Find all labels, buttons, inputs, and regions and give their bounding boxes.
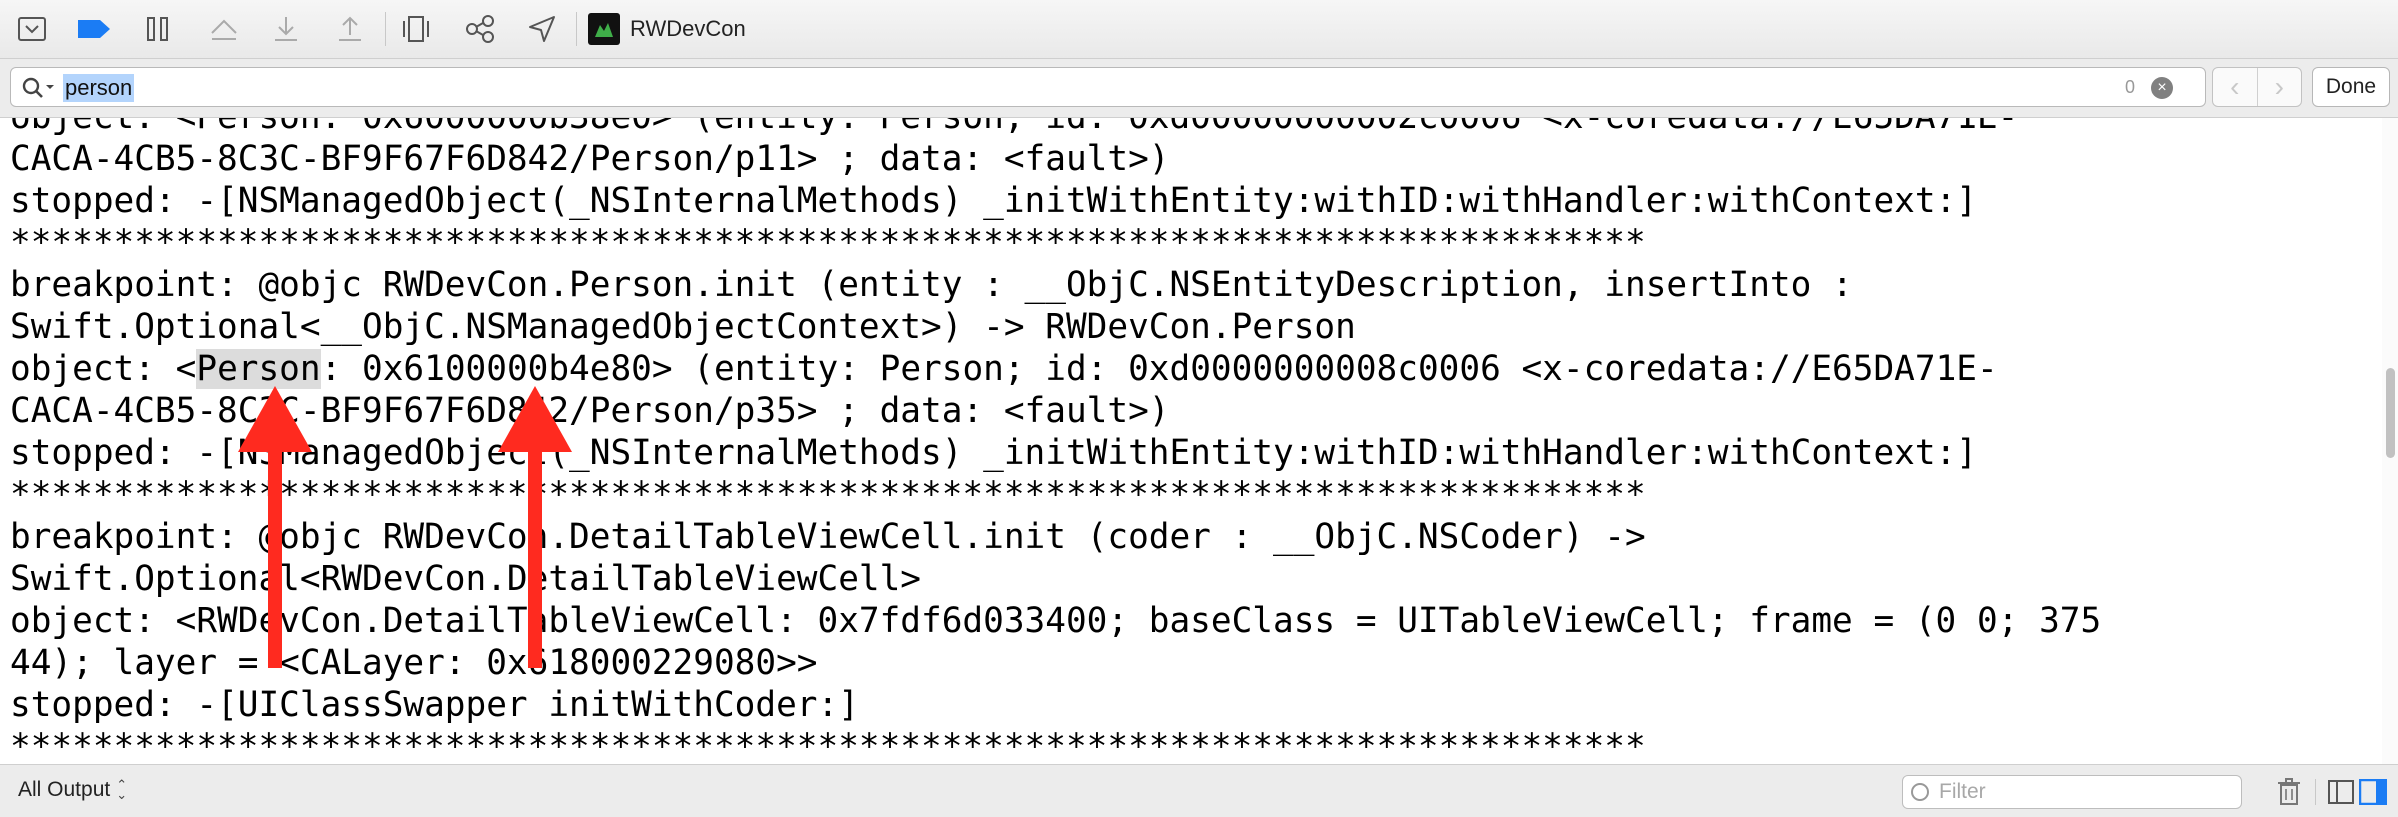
console-line: breakpoint: @objc RWDevCon.DetailTableVi… [10,517,1646,557]
console-line: 44); layer = <CALayer: 0x618000229080>> [10,643,818,683]
view-debugger-icon[interactable] [396,11,436,47]
show-variables-icon[interactable] [2326,777,2356,807]
find-query-text[interactable]: person [63,74,135,102]
console-line: stopped: -[UIClassSwapper initWithCoder:… [10,685,859,725]
console-line: ****************************************… [10,727,1646,764]
breakpoint-icon[interactable] [74,11,114,47]
console-line: ****************************************… [10,475,1646,515]
console-line: CACA-4CB5-8C3C-BF9F67F6D842/Person/p35> … [10,391,1170,431]
target-name: RWDevCon [630,16,746,41]
output-mode-label: All Output [18,778,111,801]
hide-panel-icon[interactable] [12,11,52,47]
console-line: Swift.Optional<RWDevCon.DetailTableViewC… [10,559,922,599]
toolbar-separator [385,12,386,46]
next-match-button[interactable]: › [2256,68,2302,106]
console-line: object: <RWDevCon.DetailTableViewCell: 0… [10,601,2102,641]
show-console-icon[interactable] [2358,777,2388,807]
pause-icon[interactable] [138,11,178,47]
console-line: stopped: -[NSManagedObject(_NSInternalMe… [10,433,1977,473]
step-over-icon[interactable] [204,11,244,47]
find-bar: person 0 × ‹ › Done [0,59,2398,118]
chevron-right-icon: › [2274,71,2284,102]
scheme-target[interactable]: RWDevCon [588,12,746,46]
console-line: object: <Person: 0x6000000b38e0> (entity… [10,118,2101,138]
output-mode-popup[interactable]: All Output ⌃ ⌄ [18,778,127,802]
step-into-icon[interactable] [266,11,306,47]
console-text: object: <Person: 0x6000000b38e0> (entity… [10,118,2101,764]
trash-icon[interactable] [2274,777,2304,807]
console-line: ****************************************… [10,223,1646,263]
updown-chevron-icon: ⌃ ⌄ [116,777,128,802]
match-count: 0 [2124,77,2135,97]
step-out-icon[interactable] [330,11,370,47]
bottom-separator [2315,779,2316,805]
filter-input[interactable] [1939,779,2229,805]
scrollbar-thumb[interactable] [2386,368,2395,458]
memory-graph-icon[interactable] [460,11,500,47]
toolbar-separator [576,12,577,46]
app-icon [588,13,620,45]
find-navigation: ‹ › [2212,67,2302,107]
console-output[interactable]: object: <Person: 0x6000000b38e0> (entity… [0,118,2382,764]
console-line: breakpoint: @objc RWDevCon.Person.init (… [10,265,1853,305]
debug-toolbar: RWDevCon [0,0,2398,59]
location-arrow-icon[interactable] [522,11,562,47]
search-match-highlight: Person [196,349,321,389]
console-line: Swift.Optional<__ObjC.NSManagedObjectCon… [10,307,1356,347]
console-line: CACA-4CB5-8C3C-BF9F67F6D842/Person/p11> … [10,139,1170,179]
console-bottom-bar: All Output ⌃ ⌄ [0,764,2398,817]
chevron-left-icon: ‹ [2230,71,2240,102]
find-field[interactable]: person 0 × [10,67,2206,107]
search-icon[interactable] [21,76,55,100]
previous-match-button[interactable]: ‹ [2213,68,2257,106]
clear-icon[interactable]: × [2151,77,2173,99]
filter-field[interactable] [1902,775,2242,809]
done-button[interactable]: Done [2312,67,2390,107]
console-line: stopped: -[NSManagedObject(_NSInternalMe… [10,181,1977,221]
filter-icon [1911,783,1929,801]
console-line: object: <Person: 0x6100000b4e80> (entity… [10,349,1998,389]
